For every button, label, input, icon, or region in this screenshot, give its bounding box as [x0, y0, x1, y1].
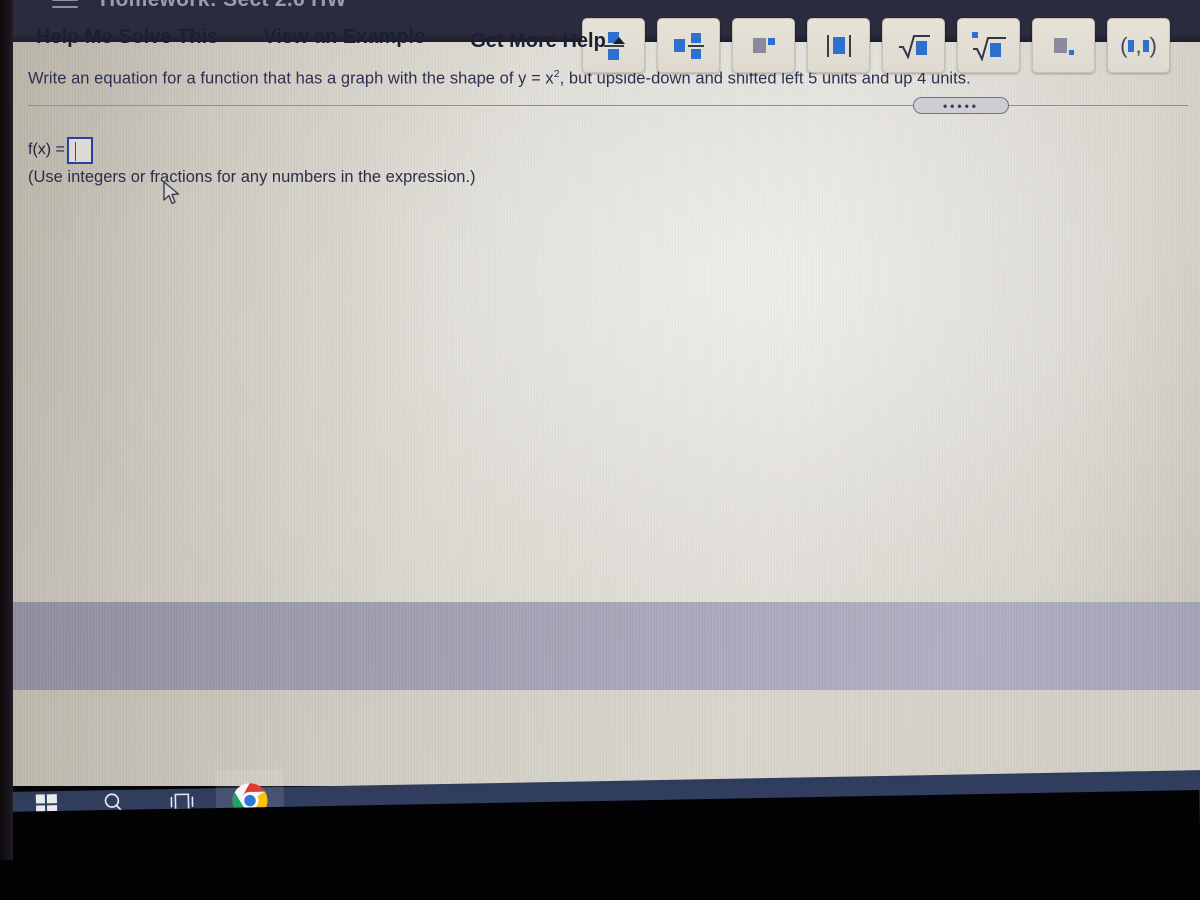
answer-input[interactable] [66, 136, 93, 164]
ordered-pair-button[interactable]: (,) [1107, 18, 1170, 73]
nth-root-icon [971, 31, 1006, 61]
ordered-pair-icon: (,) [1120, 32, 1157, 58]
mouse-cursor-icon [163, 181, 180, 205]
hamburger-menu-icon[interactable] [52, 0, 78, 14]
square-root-button[interactable] [882, 18, 945, 73]
absolute-value-button[interactable] [807, 18, 870, 73]
mixed-number-icon [673, 32, 704, 59]
answer-label: f(x) = [28, 141, 65, 158]
page-title: Homework: Sect 2.6 HW [100, 0, 347, 12]
below-screen-dark [0, 840, 1200, 900]
help-me-solve-this-link[interactable]: Help Me Solve This [36, 26, 218, 49]
square-root-icon [898, 34, 930, 59]
get-more-help-link[interactable]: Get More Help [470, 30, 625, 53]
monitor-photo: Homework: Sect 2.6 HW Write an equation … [0, 0, 1200, 900]
answer-instruction: (Use integers or fractions for any numbe… [28, 168, 476, 186]
question-page: Write an equation for a function that ha… [10, 40, 1200, 602]
section-divider [28, 105, 1188, 106]
view-an-example-link[interactable]: View an Example [263, 26, 425, 49]
help-links: Help Me Solve This View an Example Get M… [36, 26, 625, 52]
question-prompt-part1: Write an equation for a function that ha… [28, 69, 554, 88]
get-more-help-label: Get More Help [470, 30, 606, 52]
exponent-button[interactable] [732, 18, 795, 73]
exponent-icon [752, 38, 775, 53]
answer-row: f(x) = [28, 135, 93, 165]
subscript-button[interactable] [1032, 18, 1095, 73]
mixed-number-button[interactable] [657, 18, 720, 73]
absolute-value-icon [826, 34, 851, 57]
math-toolbar-buttons: (,) [582, 18, 1170, 73]
subscript-icon [1053, 38, 1074, 55]
math-toolbar [10, 602, 1200, 690]
expand-collapse-button[interactable]: ••••• [913, 97, 1009, 114]
nth-root-button[interactable] [957, 18, 1020, 73]
monitor-bezel [0, 0, 13, 860]
caret-up-icon [612, 37, 625, 44]
